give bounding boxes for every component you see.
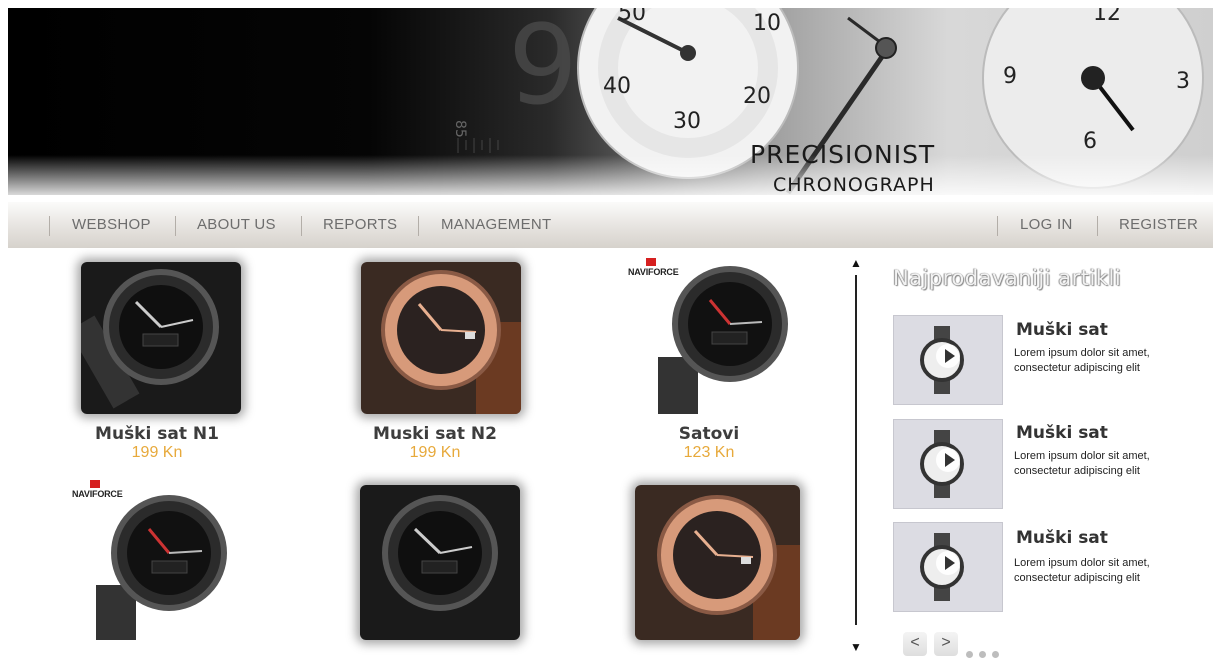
carousel-prev-button[interactable]: < xyxy=(903,632,927,656)
main-nav: WEBSHOP ABOUT US REPORTS MANAGEMENT LOG … xyxy=(8,202,1213,248)
dial-number-6: 6 xyxy=(1083,129,1097,154)
dial-number-9: 9 xyxy=(1003,64,1017,89)
bestseller-thumbnail[interactable] xyxy=(893,419,1003,509)
product-image[interactable] xyxy=(81,262,241,414)
product-image[interactable] xyxy=(84,485,244,640)
product-name[interactable]: Muski sat N2 xyxy=(335,424,535,444)
product-price: 123 Kn xyxy=(683,444,735,461)
product-image[interactable] xyxy=(360,485,520,640)
bestseller-description: Lorem ipsum dolor sit amet, consectetur … xyxy=(1014,347,1150,374)
bestseller-description: Lorem ipsum dolor sit amet, consectetur … xyxy=(1014,450,1150,477)
hero-fade xyxy=(8,155,1213,195)
watch-rosegold-icon xyxy=(635,485,800,640)
product-price: 199 Kn xyxy=(131,444,183,461)
bestseller-thumbnail[interactable] xyxy=(893,522,1003,612)
carousel-dot[interactable] xyxy=(992,651,999,658)
nav-separator xyxy=(997,216,998,236)
watch-thumbnail-icon xyxy=(894,316,1002,404)
watch-black-icon xyxy=(360,485,520,640)
product-image[interactable] xyxy=(635,485,800,640)
product-image[interactable] xyxy=(361,262,521,414)
nav-separator xyxy=(175,216,176,236)
product-image[interactable] xyxy=(640,262,800,414)
carousel-dot[interactable] xyxy=(966,651,973,658)
nav-item-about-us[interactable]: ABOUT US xyxy=(197,202,276,248)
nav-item-reports[interactable]: REPORTS xyxy=(323,202,397,248)
watch-black-red-icon xyxy=(84,485,244,640)
dial-number-3: 3 xyxy=(1176,69,1190,94)
product-name[interactable]: Satovi xyxy=(609,424,809,444)
watch-black-icon xyxy=(81,262,241,414)
bestseller-thumbnail[interactable] xyxy=(893,315,1003,405)
hero-banner: 9 50 10 40 20 30 12 9 3 6 85 PRECISIONIS… xyxy=(8,8,1213,195)
watch-black-red-icon xyxy=(640,262,800,414)
watch-thumbnail-icon xyxy=(894,420,1002,508)
bestseller-name[interactable]: Muški sat xyxy=(1016,320,1108,340)
hero-brand-title: PRECISIONIST xyxy=(750,140,936,169)
dial-number-50: 50 xyxy=(618,8,646,26)
dial-number-30: 30 xyxy=(673,109,701,134)
nav-item-management[interactable]: MANAGEMENT xyxy=(441,202,552,248)
nav-item-register[interactable]: REGISTER xyxy=(1119,202,1198,248)
watch-rosegold-icon xyxy=(361,262,521,414)
nav-item-webshop[interactable]: WEBSHOP xyxy=(72,202,151,248)
dial-number-12: 12 xyxy=(1093,8,1121,26)
dial-number-20: 20 xyxy=(743,84,771,109)
carousel-next-button[interactable]: > xyxy=(934,632,958,656)
product-name[interactable]: Muški sat N1 xyxy=(57,424,257,444)
watch-thumbnail-icon xyxy=(894,523,1002,611)
bestseller-name[interactable]: Muški sat xyxy=(1016,528,1108,548)
nav-item-log-in[interactable]: LOG IN xyxy=(1020,202,1073,248)
nav-separator xyxy=(1097,216,1098,236)
hero-brand-subtitle: CHRONOGRAPH xyxy=(773,174,935,195)
brand-logo-naviforce: NAVIFORCE xyxy=(628,258,679,277)
nav-separator xyxy=(49,216,50,236)
dial-number-40: 40 xyxy=(603,74,631,99)
brand-logo-naviforce: NAVIFORCE xyxy=(72,480,123,499)
scrollbar-track[interactable] xyxy=(855,275,857,625)
svg-text:9: 9 xyxy=(508,8,578,129)
dial-number-85: 85 xyxy=(452,120,468,138)
nav-separator xyxy=(418,216,419,236)
product-price: 199 Kn xyxy=(409,444,461,461)
bestseller-name[interactable]: Muški sat xyxy=(1016,423,1108,443)
scroll-up-arrow[interactable]: ▲ xyxy=(848,256,864,270)
bestseller-description: Lorem ipsum dolor sit amet, consectetur … xyxy=(1014,557,1150,584)
carousel-dot[interactable] xyxy=(979,651,986,658)
scroll-down-arrow[interactable]: ▼ xyxy=(848,640,864,654)
nav-separator xyxy=(301,216,302,236)
dial-number-10: 10 xyxy=(753,11,781,36)
bestsellers-title: Najprodavaniji artikli xyxy=(893,266,1122,290)
